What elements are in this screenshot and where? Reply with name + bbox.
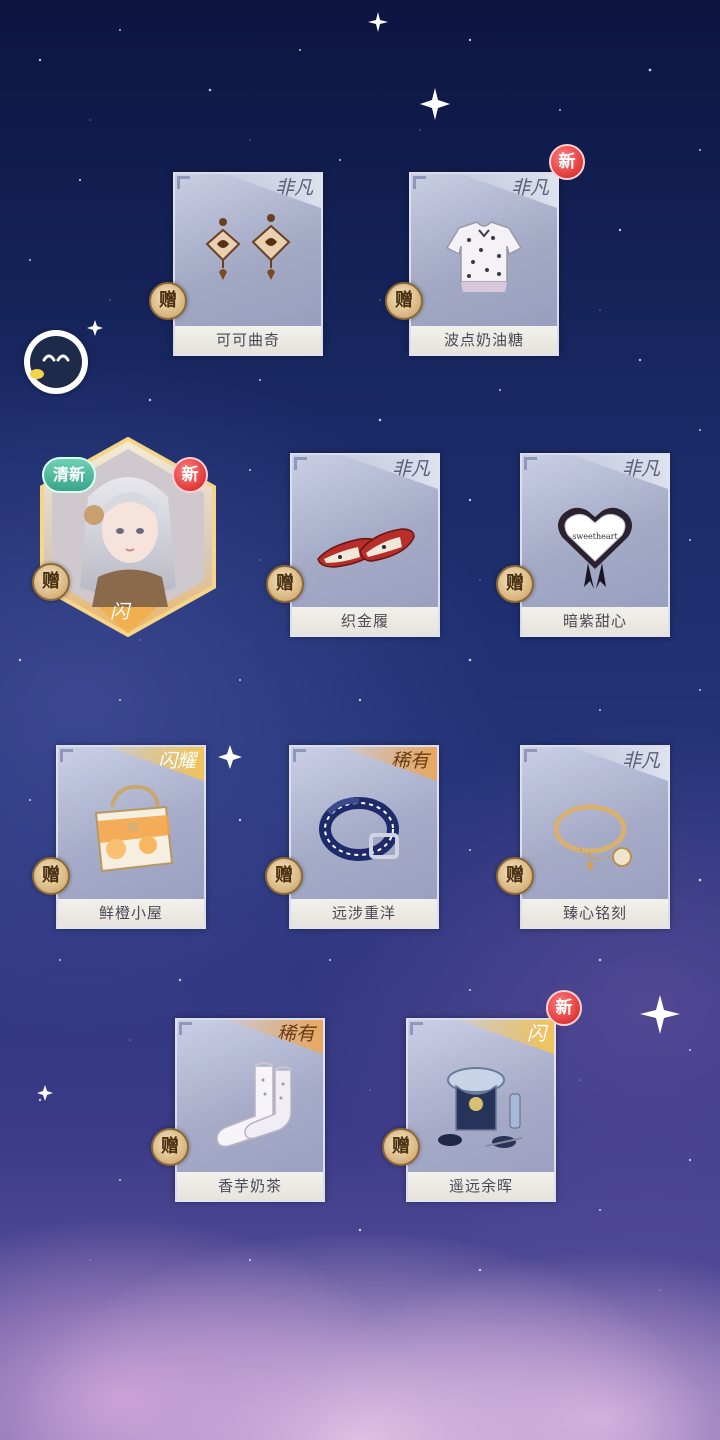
item-card[interactable]: 闪耀 鲜橙小屋 赠 <box>32 745 206 929</box>
starry-background: 非凡 可可曲奇 赠 非凡 波点奶油糖 赠 新 闪 赠 清新 新 非凡 织金履 赠… <box>0 0 720 1440</box>
item-card[interactable]: 闪 遥远余晖 赠 新 <box>382 990 582 1202</box>
item-name: 香芋奶茶 <box>177 1172 323 1200</box>
gift-badge[interactable]: 赠 <box>32 563 70 601</box>
blue-belt-icon <box>319 797 399 861</box>
gift-badge[interactable]: 赠 <box>385 282 423 320</box>
polka-dot-top-icon <box>445 221 523 292</box>
gift-badge[interactable]: 赠 <box>151 1128 189 1166</box>
gift-badge[interactable]: 赠 <box>382 1128 420 1166</box>
item-card[interactable]: 稀有 香芋奶茶 赠 <box>151 1018 325 1202</box>
gift-badge[interactable]: 赠 <box>265 857 303 895</box>
vanity-set-icon <box>438 1067 523 1148</box>
item-name: 远涉重洋 <box>291 899 437 927</box>
item-name: 波点奶油糖 <box>411 326 557 354</box>
gift-badge[interactable]: 赠 <box>496 565 534 603</box>
fresh-badge: 清新 <box>42 457 96 493</box>
item-name: 可可曲奇 <box>175 326 321 354</box>
svg-text:sweetheart: sweetheart <box>572 532 618 541</box>
orange-handbag-icon <box>94 784 174 873</box>
star-field <box>18 12 702 1291</box>
item-card[interactable]: sweetheart 非凡 暗紫甜心 赠 <box>496 453 670 637</box>
gift-badge[interactable]: 赠 <box>266 565 304 603</box>
gold-bracelet-icon <box>553 804 632 871</box>
new-badge: 新 <box>549 144 585 180</box>
item-name: 遥远余晖 <box>408 1172 554 1200</box>
cookie-earrings-icon <box>205 214 291 280</box>
item-card[interactable]: 稀有 远涉重洋 赠 <box>265 745 439 929</box>
avatar-button[interactable] <box>24 330 88 394</box>
gift-badge[interactable]: 赠 <box>149 282 187 320</box>
face-icon <box>30 336 82 388</box>
gift-badge[interactable]: 赠 <box>496 857 534 895</box>
item-card[interactable]: 非凡 臻心铭刻 赠 <box>496 745 670 929</box>
item-name: 鲜橙小屋 <box>58 899 204 927</box>
featured-card[interactable]: 闪 赠 清新 新 <box>32 436 218 638</box>
item-card[interactable]: 非凡 波点奶油糖 赠 新 <box>385 144 585 356</box>
gift-badge[interactable]: 赠 <box>32 857 70 895</box>
item-name: 臻心铭刻 <box>522 899 668 927</box>
rarity-tag: 闪 <box>110 601 130 623</box>
item-card[interactable]: 非凡 织金履 赠 <box>266 453 440 637</box>
white-socks-icon <box>216 1062 292 1148</box>
item-name: 织金履 <box>292 607 438 635</box>
item-card[interactable]: 非凡 可可曲奇 赠 <box>149 172 323 356</box>
heart-accessory-icon: sweetheart <box>558 507 632 589</box>
new-badge: 新 <box>172 457 208 493</box>
red-shoes-icon <box>317 528 415 568</box>
new-badge: 新 <box>546 990 582 1026</box>
item-name: 暗紫甜心 <box>522 607 668 635</box>
